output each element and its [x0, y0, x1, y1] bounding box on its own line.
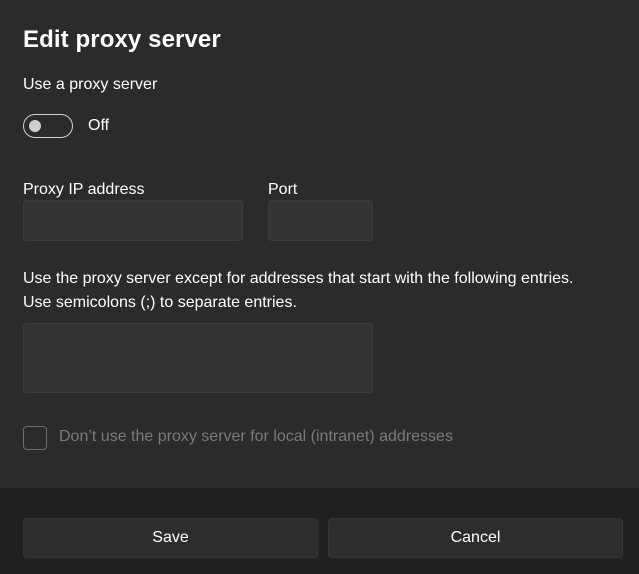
exceptions-description-line1: Use the proxy server except for addresse…	[23, 270, 574, 287]
port-label: Port	[268, 181, 298, 198]
use-proxy-toggle[interactable]	[23, 114, 73, 138]
proxy-ip-label: Proxy IP address	[23, 181, 145, 198]
exceptions-textarea[interactable]	[23, 323, 373, 393]
cancel-button[interactable]: Cancel	[328, 518, 623, 558]
dialog-footer: Save Cancel	[0, 488, 639, 574]
dialog-title: Edit proxy server	[23, 26, 221, 53]
dialog-content: Edit proxy server Use a proxy server Off…	[0, 0, 639, 488]
proxy-ip-input[interactable]	[23, 200, 243, 241]
local-addresses-checkbox-label: Don’t use the proxy server for local (in…	[59, 428, 453, 445]
toggle-knob	[29, 120, 41, 132]
save-button[interactable]: Save	[23, 518, 318, 558]
local-addresses-checkbox[interactable]	[23, 426, 47, 450]
exceptions-description-line2: Use semicolons (;) to separate entries.	[23, 294, 297, 311]
toggle-state-text: Off	[88, 117, 110, 134]
use-proxy-label: Use a proxy server	[23, 76, 158, 93]
port-input[interactable]	[268, 200, 373, 241]
edit-proxy-dialog: Edit proxy server Use a proxy server Off…	[0, 0, 639, 574]
